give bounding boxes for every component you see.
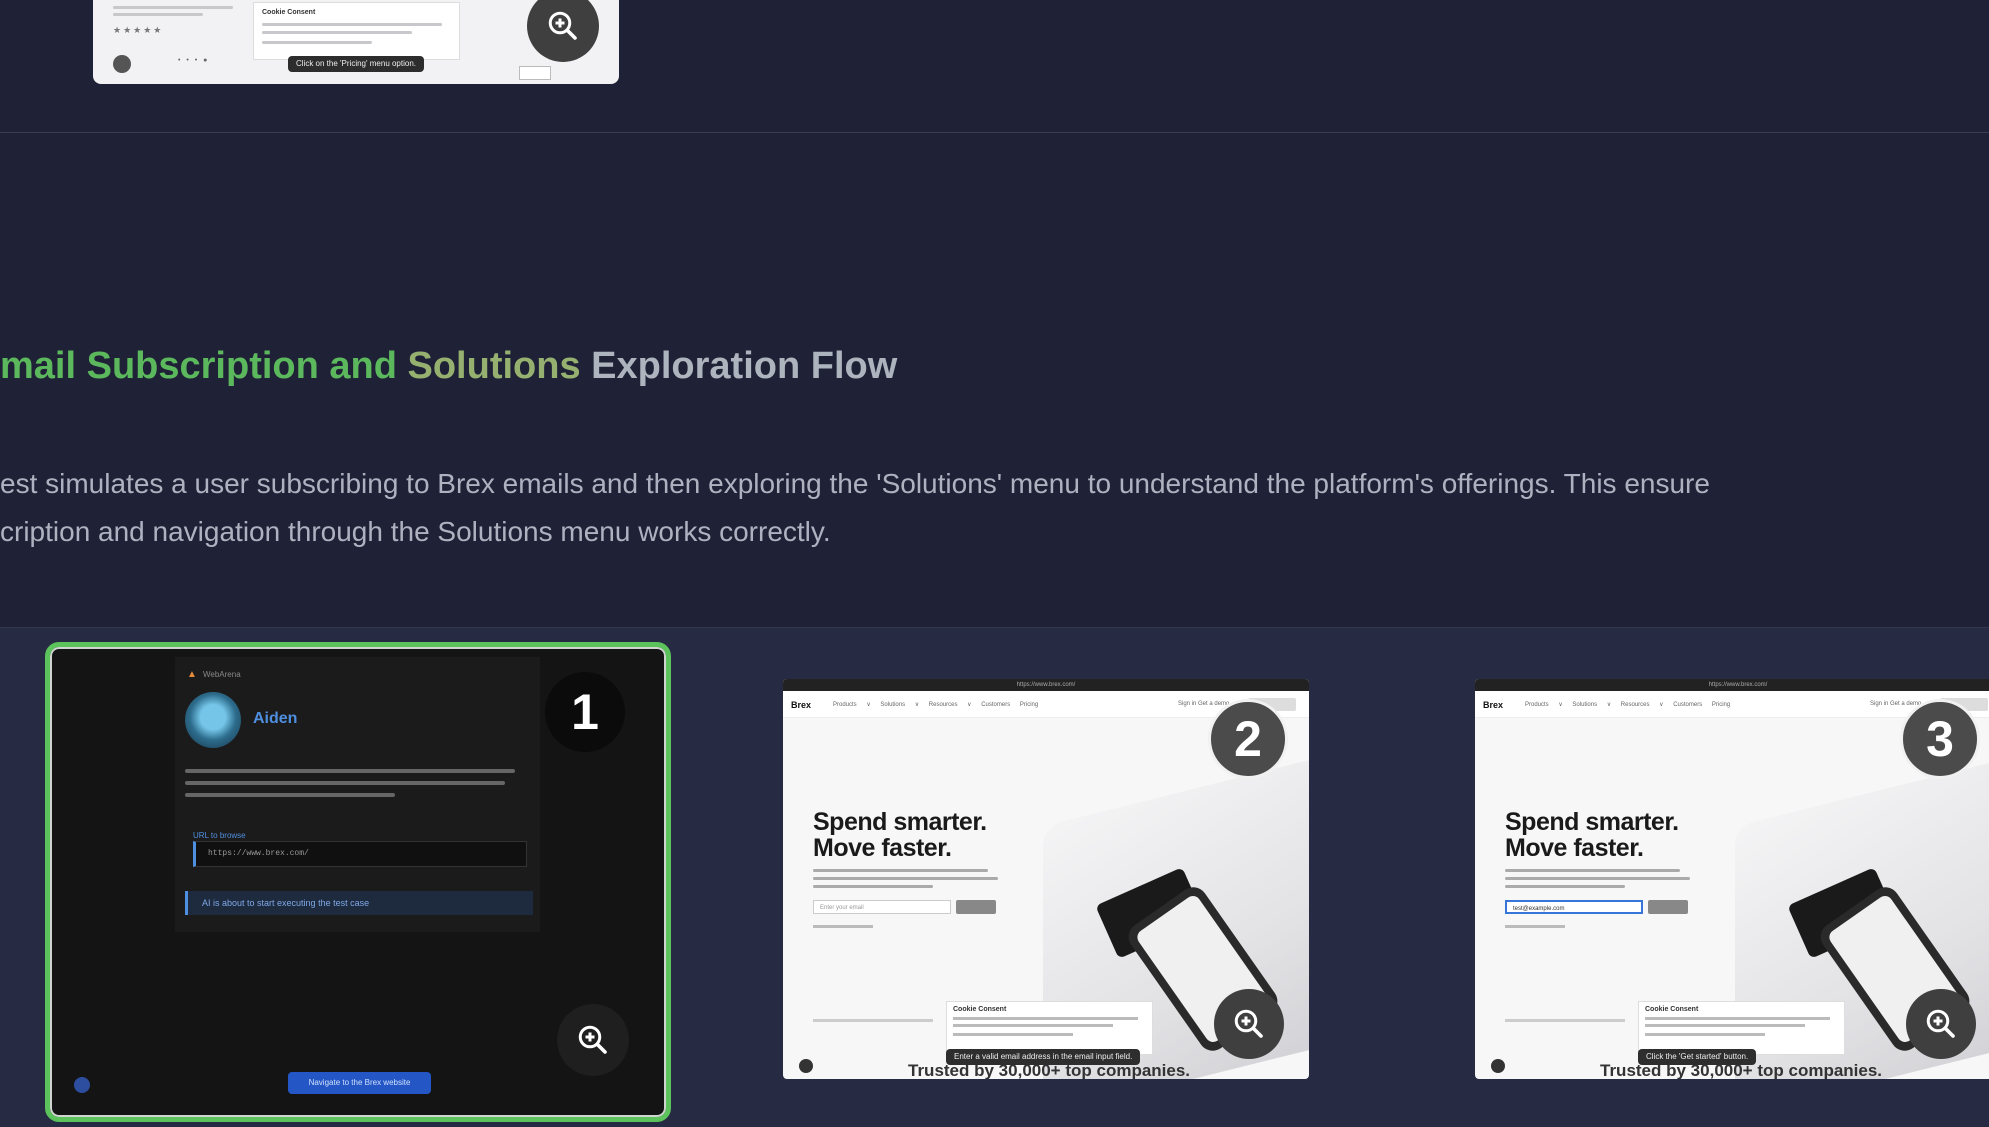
text-line (813, 925, 873, 928)
text-line (262, 23, 442, 26)
cookie-consent-box: Cookie Consent (946, 1001, 1153, 1055)
step-card-1[interactable]: ▲ WebArena Aiden URL to browse https://w… (45, 642, 671, 1122)
avatar (185, 692, 241, 748)
text-line (185, 781, 505, 785)
text-line (1645, 1024, 1805, 1027)
zoom-in-button[interactable] (557, 1004, 629, 1076)
url-field: https://www.brex.com/ (193, 841, 527, 867)
text-line (813, 877, 998, 880)
section-title: mail Subscription and Solutions Explorat… (0, 345, 897, 388)
browser-url-bar: https://www.brex.com/ (1475, 679, 1989, 691)
cookie-title: Cookie Consent (953, 1006, 1007, 1013)
section-description-line-2: cription and navigation through the Solu… (0, 516, 831, 547)
zoom-in-button[interactable] (1214, 989, 1284, 1059)
email-input: test@example.com (1505, 900, 1643, 914)
brex-logo: Brex (1483, 700, 1504, 710)
text-line (813, 885, 933, 888)
get-started-button (956, 900, 996, 914)
text-line (953, 1024, 1113, 1027)
agent-panel: ▲ WebArena Aiden URL to browse https://w… (175, 657, 540, 932)
info-icon[interactable] (74, 1077, 90, 1093)
step-number-badge: 2 (1208, 699, 1288, 779)
url-field-label: URL to browse (193, 831, 246, 840)
nav-right: Sign in Get a demo (1870, 701, 1922, 707)
cookie-title: Cookie Consent (262, 9, 316, 16)
hero-line-2: Move faster. (1505, 834, 1644, 862)
nav-right: Sign in Get a demo (1178, 701, 1230, 707)
zoom-in-icon (548, 11, 577, 40)
flame-icon: ▲ (187, 669, 197, 680)
rating-stars: ★★★★★ (113, 25, 164, 35)
step-tooltip: Click the 'Get started' button. (1638, 1049, 1757, 1065)
info-icon[interactable] (113, 55, 131, 73)
text-line (1645, 1033, 1765, 1036)
text-line (185, 793, 395, 797)
text-line (1505, 1019, 1625, 1022)
hero-line-1: Spend smarter. (1505, 808, 1679, 836)
section-divider (0, 132, 1989, 133)
step-tooltip: Enter a valid email address in the email… (946, 1049, 1141, 1065)
brex-logo: Brex (791, 700, 812, 710)
text-line (813, 869, 988, 872)
previous-step-card[interactable]: ★★★★★ Cookie Consent • • • ● Click on th… (93, 0, 619, 84)
nav-items: Products ∨ Solutions ∨ Resources ∨ Custo… (833, 702, 1039, 708)
hero-heading: Spend smarter. Move faster. (1505, 809, 1679, 861)
text-line (262, 31, 412, 34)
cookie-title: Cookie Consent (1645, 1006, 1699, 1013)
title-part-3: Exploration Flow (591, 345, 898, 387)
zoom-in-icon (1926, 1009, 1955, 1038)
status-banner: AI is about to start executing the test … (185, 891, 533, 915)
cookie-consent-box: Cookie Consent (253, 2, 460, 60)
text-line (113, 6, 233, 9)
text-line (1505, 885, 1625, 888)
zoom-in-icon (578, 1025, 607, 1054)
text-line (185, 769, 515, 773)
cookie-consent-box: Cookie Consent (1638, 1001, 1845, 1055)
step-tooltip: Click on the 'Pricing' menu option. (288, 56, 425, 72)
step-number-badge: 3 (1900, 699, 1980, 779)
nav-items: Products ∨ Solutions ∨ Resources ∨ Custo… (1525, 702, 1731, 708)
text-line (953, 1033, 1073, 1036)
hero-line-2: Move faster. (813, 834, 952, 862)
text-line (1505, 877, 1690, 880)
small-button (519, 66, 551, 80)
section-description-line-1: est simulates a user subscribing to Brex… (0, 468, 1710, 499)
title-part-1: mail Subscription and (0, 345, 408, 387)
pager-dots: • • • ● (178, 57, 210, 64)
step-card-3[interactable]: https://www.brex.com/ Brex Products ∨ So… (1475, 679, 1989, 1079)
zoom-in-button[interactable] (1906, 989, 1976, 1059)
step-card-2[interactable]: https://www.brex.com/ Brex Products ∨ So… (783, 679, 1309, 1079)
agent-name: Aiden (253, 710, 298, 727)
step-number-badge: 1 (545, 672, 625, 752)
text-line (953, 1017, 1138, 1020)
status-text: AI is about to start executing the test … (202, 898, 370, 908)
text-line (1505, 869, 1680, 872)
action-button[interactable]: Navigate to the Brex website (288, 1072, 431, 1094)
text-line (113, 13, 203, 16)
info-icon[interactable] (1491, 1059, 1505, 1073)
hero-line-1: Spend smarter. (813, 808, 987, 836)
hero-heading: Spend smarter. Move faster. (813, 809, 987, 861)
browser-url-bar: https://www.brex.com/ (783, 679, 1309, 691)
info-icon[interactable] (799, 1059, 813, 1073)
zoom-in-button[interactable] (527, 0, 599, 62)
text-line (1645, 1017, 1830, 1020)
email-input: Enter your email (813, 900, 951, 914)
title-part-2: Solutions (407, 345, 592, 387)
zoom-in-icon (1234, 1009, 1263, 1038)
url-field-value: https://www.brex.com/ (208, 849, 309, 858)
text-line (813, 1019, 933, 1022)
text-line (1505, 925, 1565, 928)
get-started-button (1648, 900, 1688, 914)
agent-brand: WebArena (203, 670, 241, 679)
text-line (262, 41, 372, 44)
